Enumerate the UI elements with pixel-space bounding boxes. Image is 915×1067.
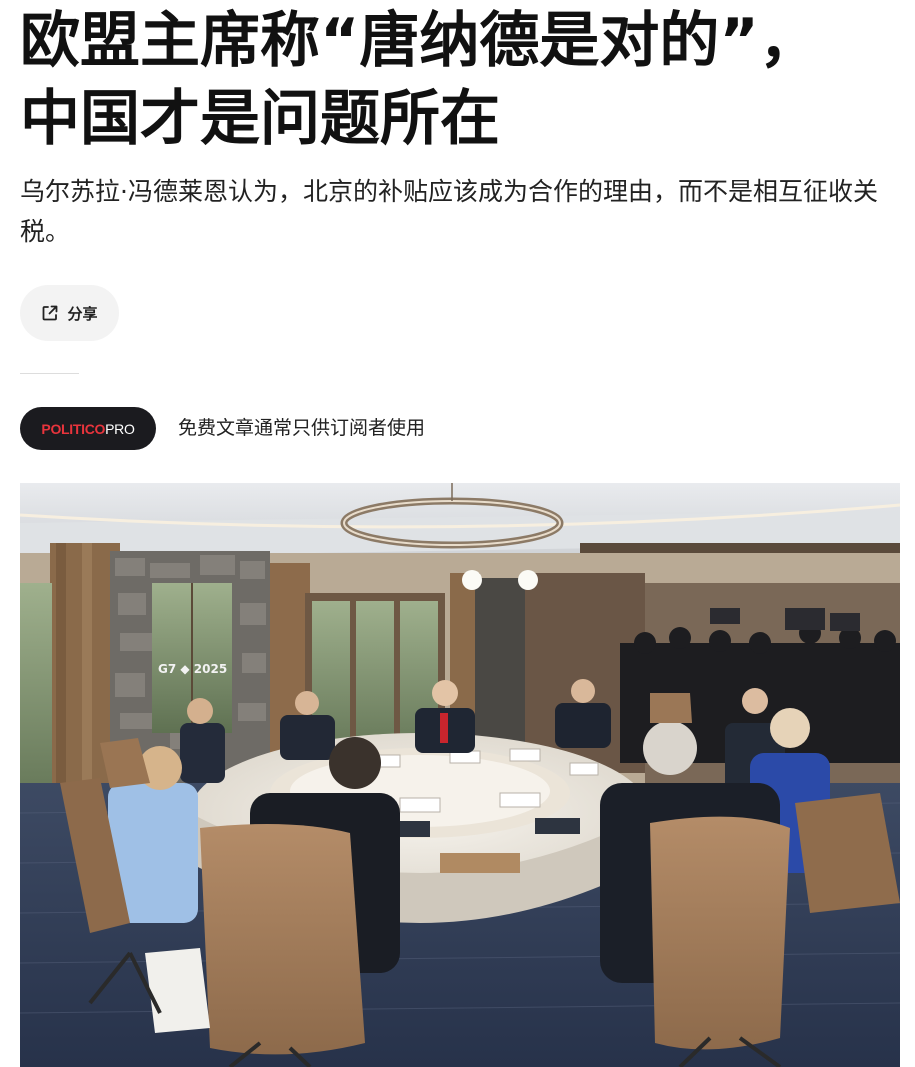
share-button[interactable]: 分享 (20, 285, 119, 341)
headline-line-2: 中国才是问题所在 (20, 84, 500, 154)
badge-pro: PRO (105, 420, 135, 437)
subscriber-note: 免费文章通常只供订阅者使用 (178, 417, 426, 439)
article-dek: 乌尔苏拉·冯德莱恩认为，北京的补贴应该成为合作的理由，而不是相互征收关税。 (20, 177, 878, 246)
headline-line-1: 欧盟主席称“唐纳德是对的”， (20, 6, 819, 76)
external-share-icon (41, 304, 59, 322)
politico-pro-badge[interactable]: POLITICO PRO (20, 407, 156, 450)
headline: 欧盟主席称“唐纳德是对的”， 中国才是问题所在 (20, 2, 900, 158)
divider (20, 373, 79, 374)
lead-photo: G7 ◆ 2025 (20, 483, 900, 1067)
badge-politico: POLITICO (41, 420, 106, 437)
share-label: 分享 (67, 304, 98, 323)
g7-wall-sign: G7 ◆ 2025 (158, 662, 227, 676)
